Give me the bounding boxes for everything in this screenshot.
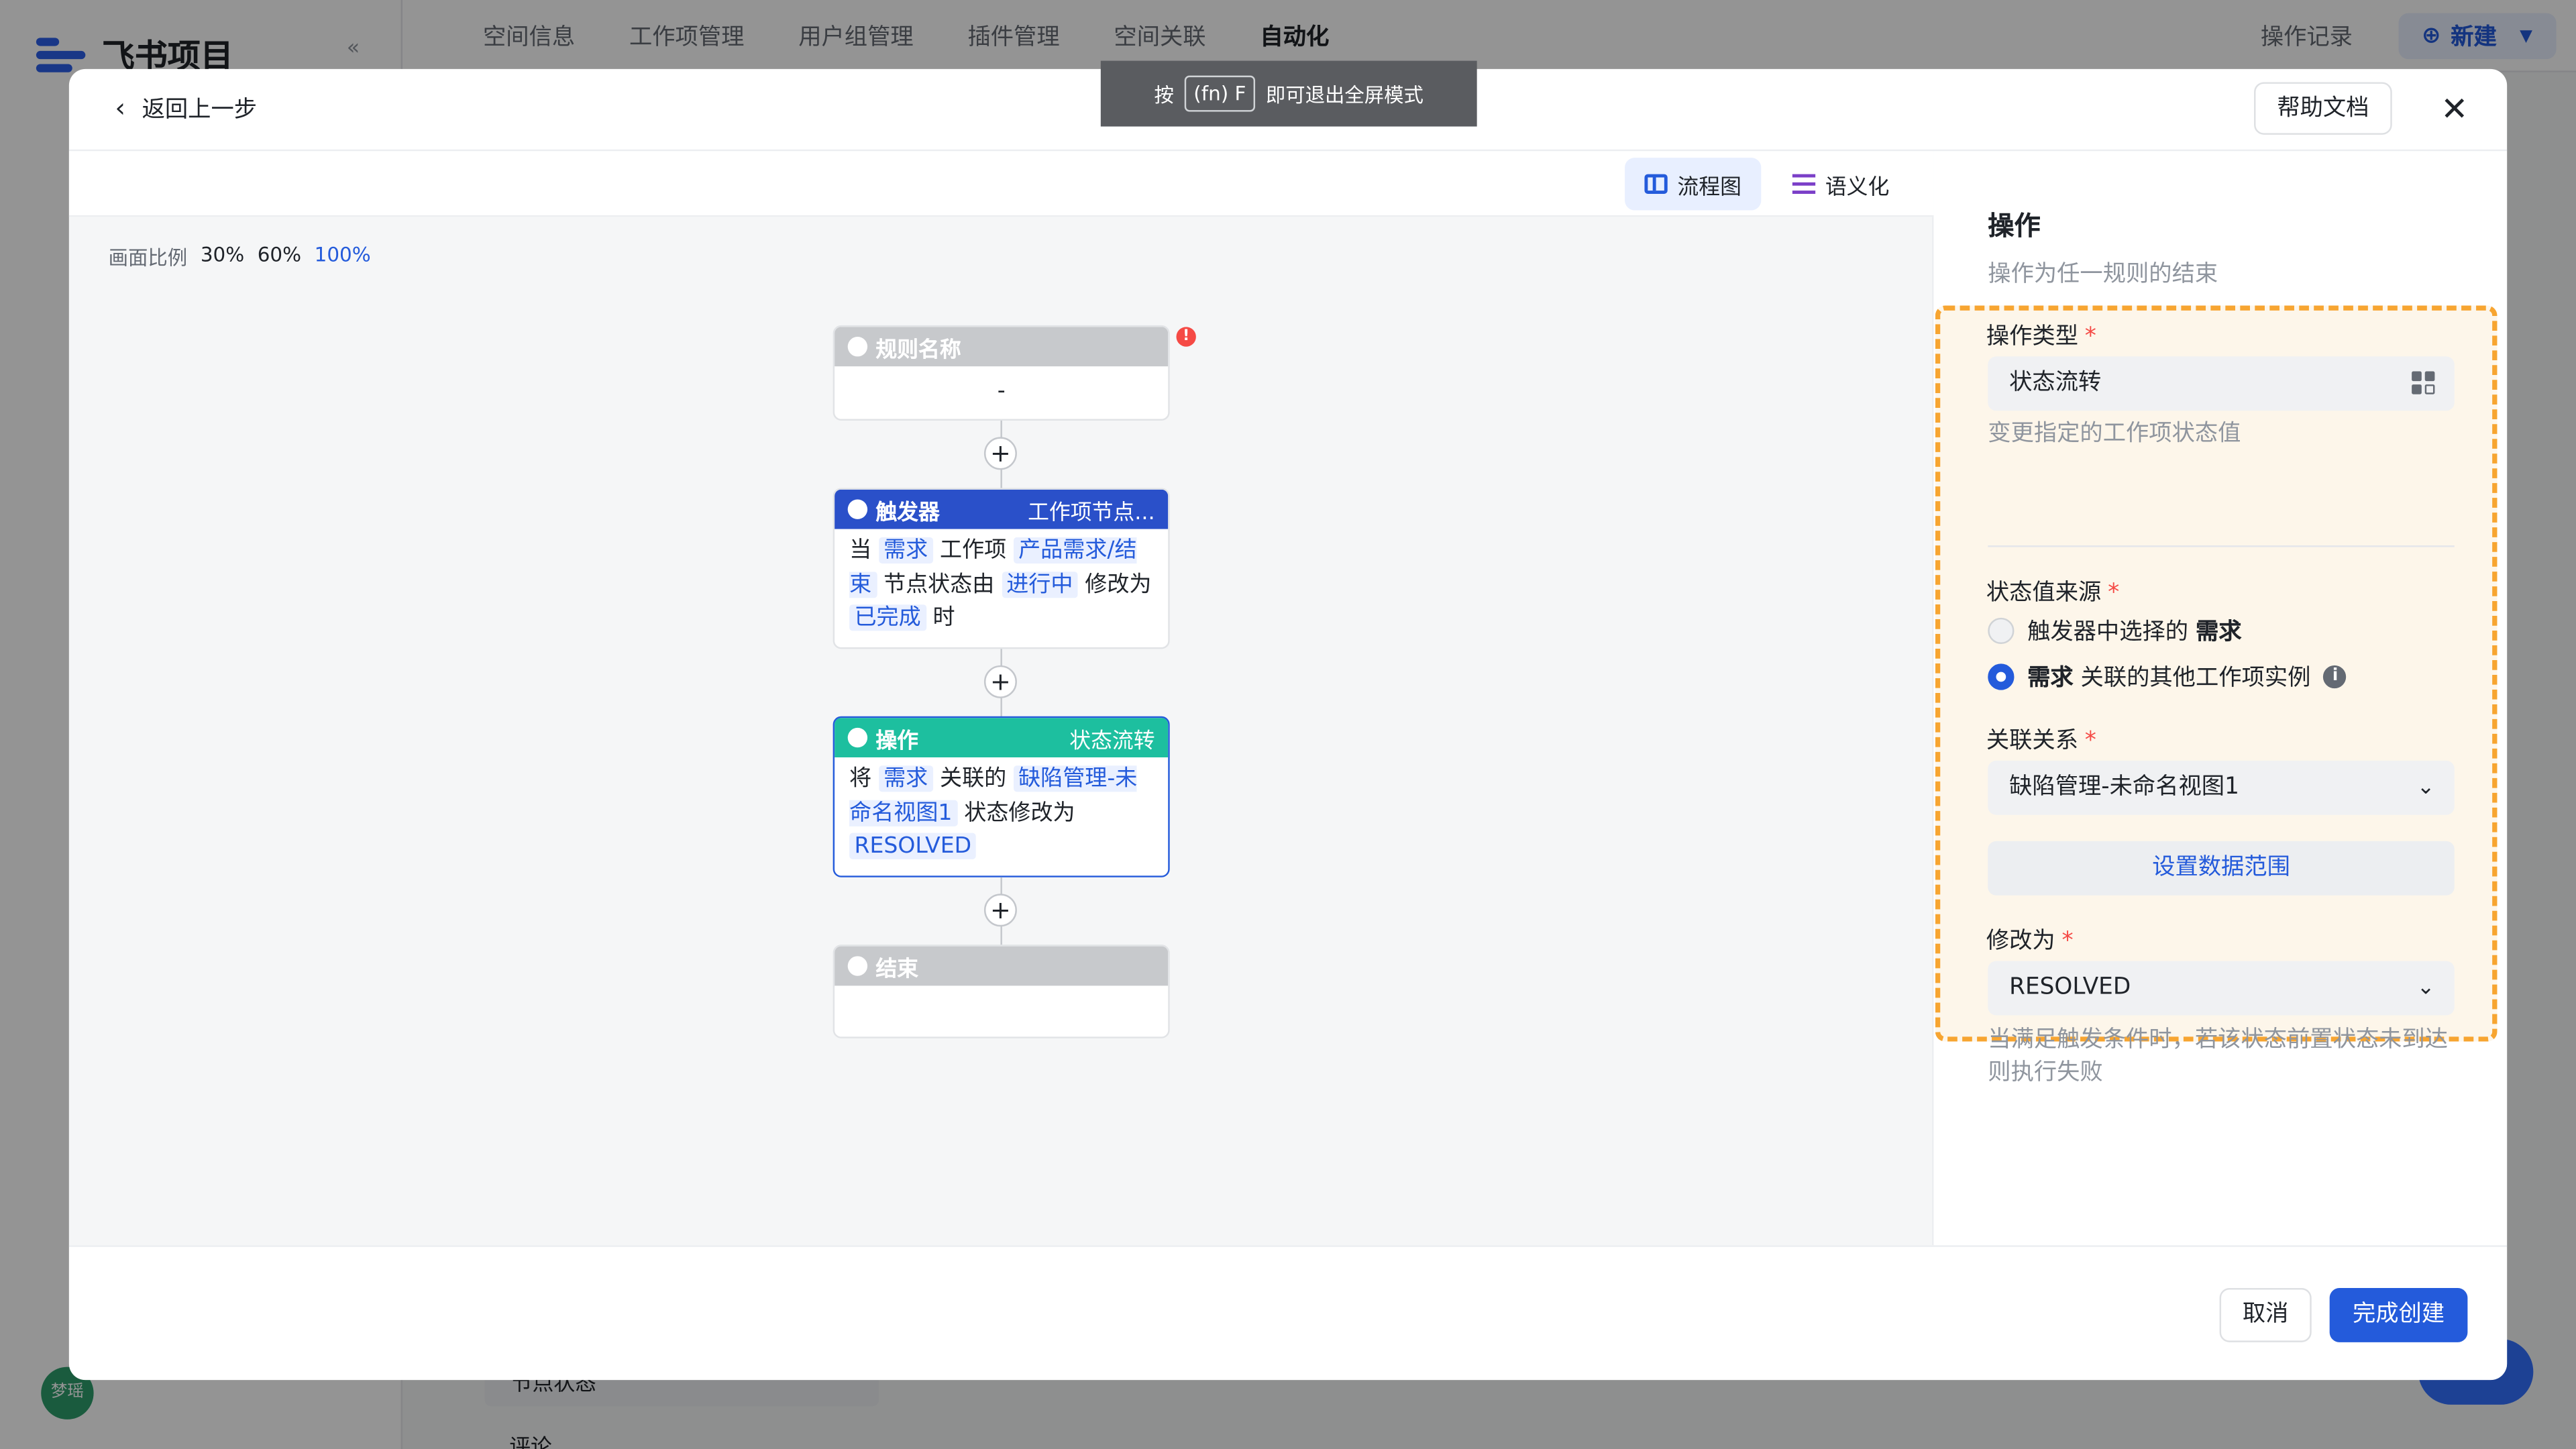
- chevron-down-icon: ⌄: [2416, 975, 2435, 1001]
- close-icon[interactable]: ✕: [2434, 89, 2474, 128]
- action-tag: 状态流转: [1069, 729, 1155, 753]
- zoom-control: 画面比例 30% 60% 100%: [109, 243, 371, 271]
- trigger-card[interactable]: 触发器 工作项节点... 当 需求 工作项 产品需求/结束 节点状态由 进行中 …: [833, 488, 1170, 649]
- automation-rule-modal: ‹ 返回上一步 帮助文档 ✕ 流程图 语义化 画面比例 30% 60% 100%…: [68, 68, 2508, 1381]
- help-docs-button[interactable]: 帮助文档: [2254, 82, 2392, 135]
- relation-label: 关联关系 *: [1986, 727, 2096, 755]
- add-step-button[interactable]: +: [983, 665, 1017, 698]
- zoom-30[interactable]: 30%: [201, 243, 244, 271]
- stop-icon: [847, 956, 868, 976]
- rule-name-value: -: [997, 378, 1006, 405]
- action-title: 操作: [875, 729, 919, 753]
- semantic-label: 语义化: [1825, 174, 1890, 200]
- list-icon: [1792, 174, 1816, 194]
- modify-to-select[interactable]: RESOLVED ⌄: [1988, 961, 2455, 1016]
- key-hint: (fn) F: [1183, 75, 1256, 112]
- flowchart-icon: [1644, 174, 1668, 194]
- operation-type-label: 操作类型 *: [1986, 323, 2096, 350]
- view-toggle-bar: 流程图 语义化: [68, 151, 1934, 217]
- modal-footer: 取消 完成创建: [68, 1245, 2508, 1381]
- operation-type-hint: 变更指定的工作项状态值: [1988, 420, 2241, 447]
- info-icon[interactable]: i: [2323, 665, 2347, 689]
- panel-title: 操作: [1988, 210, 2041, 242]
- add-step-button[interactable]: +: [983, 894, 1017, 927]
- back-label: 返回上一步: [142, 97, 258, 123]
- action-icon: [847, 727, 868, 748]
- source-option-related[interactable]: 需求 关联的其他工作项实例 i: [1988, 660, 2347, 693]
- flow-canvas: 流程图 语义化 画面比例 30% 60% 100% 规则名称 - ! + 触发器…: [68, 151, 1934, 1246]
- action-config-panel: 操作 操作为任一规则的结束 操作类型 * 状态流转 变更指定的工作项状态值 状态值…: [1933, 151, 2508, 1246]
- trigger-title: 触发器: [875, 500, 940, 525]
- zoom-100[interactable]: 100%: [315, 243, 371, 271]
- end-card: 结束: [833, 945, 1170, 1038]
- end-title: 结束: [875, 957, 919, 982]
- relation-select[interactable]: 缺陷管理-未命名视图1 ⌄: [1988, 760, 2455, 815]
- panel-description: 操作为任一规则的结束: [1988, 261, 2218, 288]
- error-icon: !: [1176, 327, 1196, 347]
- add-step-button[interactable]: +: [983, 437, 1017, 470]
- trigger-icon: [847, 499, 868, 519]
- flowchart-view-toggle[interactable]: 流程图: [1625, 158, 1762, 211]
- source-option-trigger[interactable]: 触发器中选择的 需求: [1988, 614, 2242, 647]
- source-label: 状态值来源 *: [1986, 580, 2120, 606]
- rule-name-card[interactable]: 规则名称 -: [833, 325, 1170, 421]
- operation-type-select[interactable]: 状态流转: [1988, 356, 2455, 411]
- back-button[interactable]: ‹ 返回上一步: [115, 92, 257, 125]
- cancel-button[interactable]: 取消: [2219, 1288, 2312, 1342]
- modify-to-hint: 当满足触发条件时，若该状态前置状态未到达则执行失败: [1988, 1026, 2449, 1086]
- divider: [1988, 545, 2455, 547]
- action-description: 将 需求 关联的 缺陷管理-未命名视图1 状态修改为 RESOLVED: [849, 765, 1138, 859]
- grid-plus-icon: [2412, 371, 2435, 394]
- rule-name-title: 规则名称: [875, 337, 961, 363]
- modify-to-label: 修改为 *: [1986, 928, 2074, 955]
- flowchart-label: 流程图: [1677, 174, 1741, 200]
- zoom-60[interactable]: 60%: [258, 243, 301, 271]
- radio-button[interactable]: [1988, 617, 2015, 645]
- semantic-view-toggle[interactable]: 语义化: [1772, 158, 1909, 210]
- radio-button-selected[interactable]: [1988, 663, 2015, 690]
- trigger-tag: 工作项节点...: [1028, 500, 1155, 525]
- trigger-description: 当 需求 工作项 产品需求/结束 节点状态由 进行中 修改为 已完成 时: [849, 537, 1152, 631]
- play-icon: [847, 337, 868, 357]
- chevron-down-icon: ⌄: [2416, 775, 2435, 800]
- finish-create-button[interactable]: 完成创建: [2329, 1288, 2468, 1342]
- chevron-left-icon: ‹: [115, 92, 126, 123]
- action-card[interactable]: 操作 状态流转 将 需求 关联的 缺陷管理-未命名视图1 状态修改为 RESOL…: [833, 716, 1170, 877]
- set-data-range-button[interactable]: 设置数据范围: [1988, 841, 2455, 896]
- fullscreen-toast: 按 (fn) F 即可退出全屏模式: [1100, 60, 1477, 127]
- zoom-label: 画面比例: [108, 246, 188, 270]
